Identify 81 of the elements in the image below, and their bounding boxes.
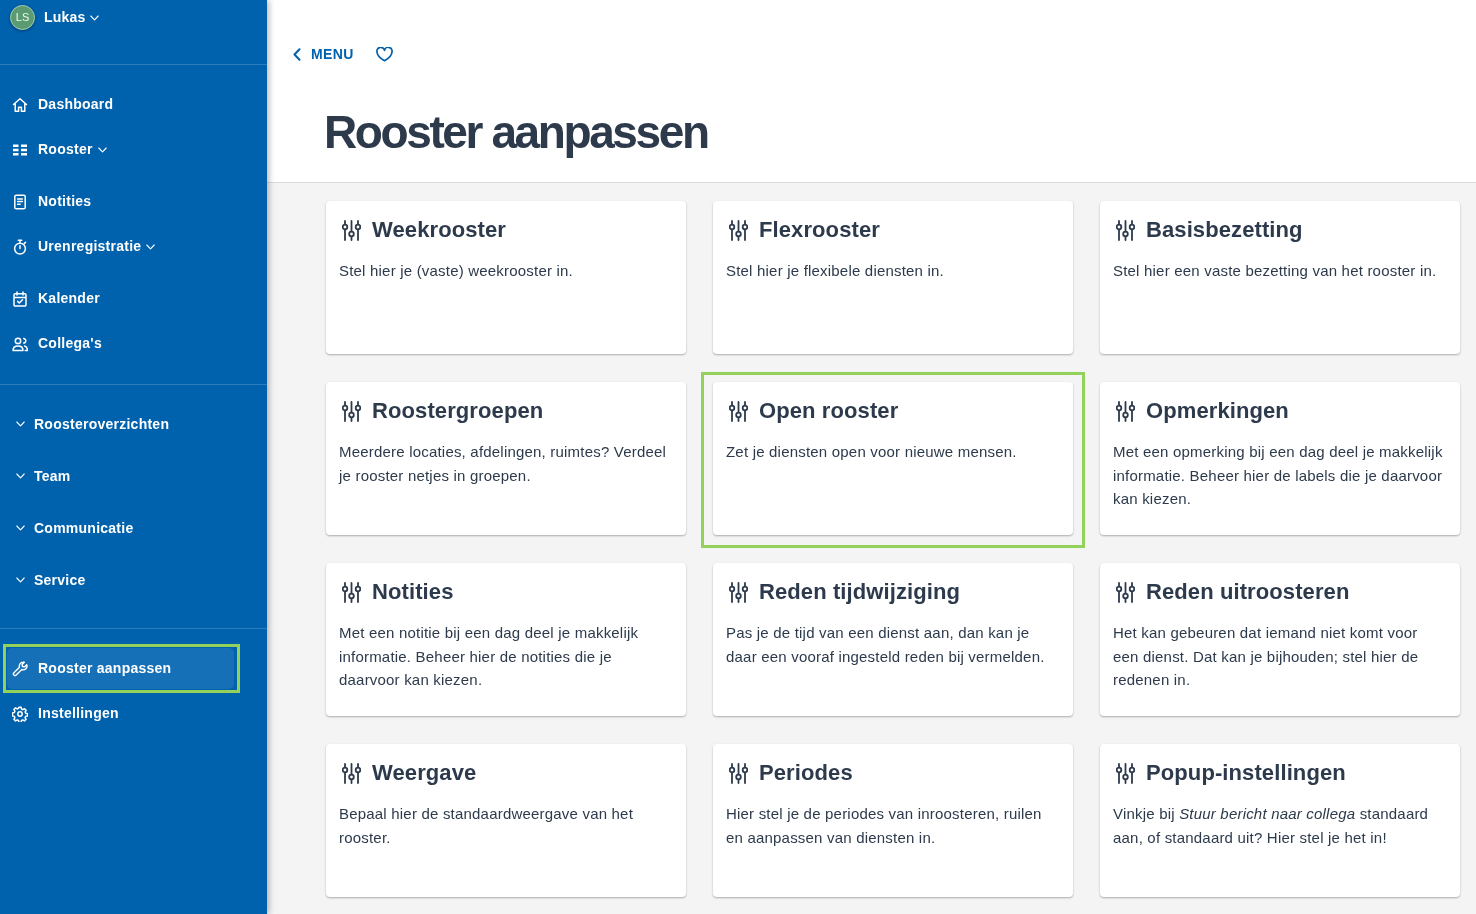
user-avatar: LS — [10, 5, 35, 30]
document-icon — [12, 193, 28, 210]
chevron-down-icon — [16, 421, 25, 427]
sidebar-item[interactable]: Collega's — [7, 323, 234, 364]
card-description: Hier stel je de periodes van inroosteren, ruilen en aanpassen van diensten in. — [726, 804, 1043, 848]
chevron-down-icon — [97, 146, 107, 153]
calendar-check-icon — [12, 290, 28, 307]
settings-card[interactable]: Reden tijdwijziging Pas je de tijd van een dienst aan, dan kan je daar een vooraf ingesteld reden bij vermelden. — [713, 563, 1073, 716]
back-link[interactable]: MENU — [293, 43, 354, 65]
card-description: Bepaal hier de standaardweergave van het rooster. — [339, 804, 635, 848]
settings-card[interactable]: Basisbezetting Stel hier een vaste bezetting van het rooster in. — [1100, 201, 1460, 354]
card-description: Zet je diensten open voor nieuwe mensen. — [726, 442, 1018, 462]
sliders-icon — [342, 581, 361, 603]
card-title: Notities — [372, 579, 454, 605]
sliders-icon — [729, 762, 748, 784]
sliders-icon — [1116, 762, 1135, 784]
chevron-down-icon — [90, 14, 100, 21]
card-title: Reden tijdwijziging — [759, 579, 961, 605]
sidebar-item[interactable]: Rooster aanpassen — [7, 648, 234, 689]
heart-icon — [375, 46, 393, 62]
settings-card[interactable]: Weekrooster Stel hier je (vaste) weekrooster in. — [326, 201, 686, 354]
card-description: Het kan gebeuren dat iemand niet komt voor een dienst. Dat kan je bijhouden; stel hier de redenen in. — [1113, 623, 1420, 690]
sidebar-item[interactable]: Kalender — [7, 278, 234, 319]
card-description: Pas je de tijd van een dienst aan, dan kan je daar een vooraf ingesteld reden bij vermelden. — [726, 623, 1046, 667]
home-icon — [12, 96, 28, 113]
page-title: Rooster aanpassen — [324, 105, 709, 160]
settings-card[interactable]: Popup-instellingen Vinkje bij Stuur bericht naar collega standaard aan, of standaard uit? Hier stel je het in! — [1100, 744, 1460, 897]
settings-card[interactable]: Periodes Hier stel je de periodes van inroosteren, ruilen en aanpassen van diensten in. — [713, 744, 1073, 897]
chevron-left-icon — [293, 47, 301, 61]
card-title: Weergave — [372, 760, 477, 786]
favorite-button[interactable] — [375, 46, 393, 62]
card-title: Open rooster — [759, 398, 899, 424]
sliders-icon — [1116, 581, 1135, 603]
card-title: Flexrooster — [759, 217, 880, 243]
chevron-down-icon — [16, 577, 25, 583]
card-description: Stel hier je (vaste) weekrooster in. — [339, 261, 574, 281]
card-description: Met een opmerking bij een dag deel je makkelijk informatie. Beheer hier de labels die je daarvoor kan kiezen. — [1113, 442, 1444, 509]
settings-card[interactable]: Open rooster Zet je diensten open voor nieuwe mensen. — [713, 382, 1073, 535]
card-title: Periodes — [759, 760, 853, 786]
sidebar-item[interactable]: Service — [7, 556, 234, 604]
sidebar-item[interactable]: Rooster — [7, 129, 234, 170]
sidebar-item[interactable]: Dashboard — [7, 84, 234, 125]
settings-card[interactable]: Flexrooster Stel hier je flexibele diensten in. — [713, 201, 1073, 354]
card-description: Stel hier een vaste bezetting van het rooster in. — [1113, 261, 1438, 281]
card-title: Weekrooster — [372, 217, 506, 243]
card-description: Stel hier je flexibele diensten in. — [726, 261, 945, 281]
chevron-down-icon — [146, 243, 156, 250]
wrench-icon — [12, 660, 28, 677]
settings-card[interactable]: Reden uitroosteren Het kan gebeuren dat iemand niet komt voor een dienst. Dat kan je bijhouden; stel hier de redenen in. — [1100, 563, 1460, 716]
card-description: Meerdere locaties, afdelingen, ruimtes? Verdeel je rooster netjes in groepen. — [339, 442, 668, 486]
sidebar-item[interactable]: Roosteroverzichten — [7, 400, 234, 448]
chevron-down-icon — [16, 525, 25, 531]
sliders-icon — [729, 219, 748, 241]
sidebar-item[interactable]: Instellingen — [7, 693, 234, 734]
settings-card[interactable]: Roostergroepen Meerdere locaties, afdelingen, ruimtes? Verdeel je rooster netjes in groepen. — [326, 382, 686, 535]
sidebar-item[interactable]: Urenregistratie — [7, 226, 234, 267]
settings-card[interactable]: Notities Met een notitie bij een dag deel je makkelijk informatie. Beheer hier de notities die je daarvoor kan kiezen. — [326, 563, 686, 716]
card-title: Basisbezetting — [1146, 217, 1303, 243]
sliders-icon — [342, 762, 361, 784]
sliders-icon — [1116, 400, 1135, 422]
sliders-icon — [729, 400, 748, 422]
settings-card[interactable]: Opmerkingen Met een opmerking bij een dag deel je makkelijk informatie. Beheer hier de labels die je daarvoor kan kiezen. — [1100, 382, 1460, 535]
sidebar-item[interactable]: Team — [7, 452, 234, 500]
sliders-icon — [342, 400, 361, 422]
settings-card[interactable]: Weergave Bepaal hier de standaardweergave van het rooster. — [326, 744, 686, 897]
sliders-icon — [342, 219, 361, 241]
user-menu-button[interactable]: Lukas — [44, 5, 100, 30]
card-description: Vinkje bij Stuur bericht naar collega standaard aan, of standaard uit? Hier stel je het in! — [1113, 804, 1430, 848]
users-icon — [12, 335, 28, 352]
chevron-down-icon — [16, 473, 25, 479]
card-title: Roostergroepen — [372, 398, 544, 424]
sidebar-item[interactable]: Communicatie — [7, 504, 234, 552]
card-title: Reden uitroosteren — [1146, 579, 1350, 605]
stopwatch-icon — [12, 238, 28, 255]
sliders-icon — [729, 581, 748, 603]
sliders-icon — [1116, 219, 1135, 241]
sidebar-item[interactable]: Notities — [7, 181, 234, 222]
gear-icon — [12, 705, 28, 722]
card-description: Met een notitie bij een dag deel je makkelijk informatie. Beheer hier de notities die je daarvoor kan kiezen. — [339, 623, 640, 690]
card-title: Opmerkingen — [1146, 398, 1289, 424]
card-title: Popup-instellingen — [1146, 760, 1346, 786]
